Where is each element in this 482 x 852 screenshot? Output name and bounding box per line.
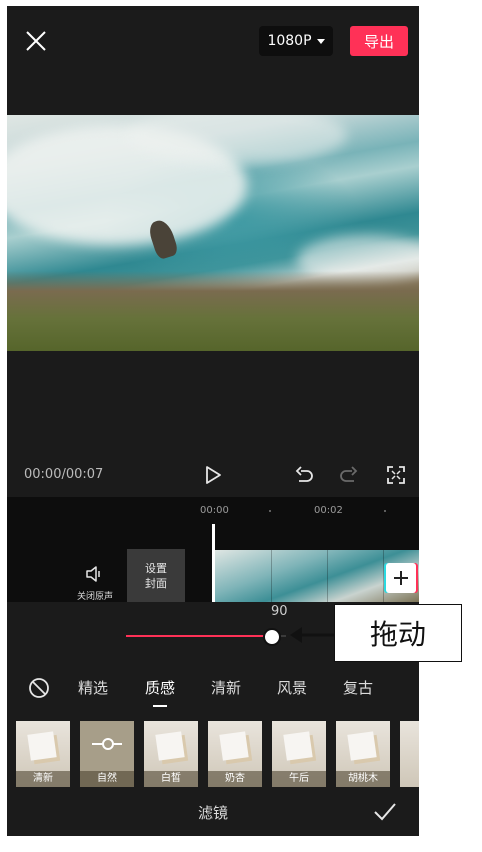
undo-icon[interactable] xyxy=(293,465,315,487)
video-preview[interactable] xyxy=(7,115,419,351)
intensity-slider[interactable] xyxy=(126,628,286,646)
bottom-bar: 滤镜 xyxy=(7,790,419,836)
filter-category-tabs: 精选 质感 清新 风景 复古 xyxy=(7,668,419,708)
no-filter-icon[interactable] xyxy=(28,677,50,699)
panel-title: 滤镜 xyxy=(197,804,228,822)
filter-label: 清新 xyxy=(16,771,70,787)
slider-value: 90 xyxy=(271,604,288,619)
mute-audio-button[interactable]: 关闭原声 xyxy=(65,565,125,602)
set-cover-button[interactable]: 设置 封面 xyxy=(127,549,185,602)
play-icon[interactable] xyxy=(204,465,222,485)
slider-fill xyxy=(126,635,270,637)
filter-item[interactable]: 胡桃木 xyxy=(336,721,390,787)
adjust-icon xyxy=(92,738,122,750)
time-tick: 00:02 xyxy=(314,505,343,516)
tab-featured[interactable]: 精选 xyxy=(78,677,108,698)
filter-item[interactable]: 奶杏 xyxy=(208,721,262,787)
tab-texture[interactable]: 质感 xyxy=(145,677,175,698)
cover-label: 设置 封面 xyxy=(145,561,167,590)
tab-fresh[interactable]: 清新 xyxy=(211,677,241,698)
filter-label: 自然 xyxy=(80,771,134,787)
playhead[interactable] xyxy=(212,524,215,604)
time-tick: 00:00 xyxy=(200,505,229,516)
top-bar: 1080P 导出 xyxy=(7,6,419,74)
speaker-icon xyxy=(86,566,100,582)
filter-item[interactable] xyxy=(400,721,419,787)
close-icon[interactable] xyxy=(25,30,47,52)
filter-label: 胡桃木 xyxy=(336,771,390,787)
filter-label: 白皙 xyxy=(144,771,198,787)
playback-controls: 00:00/00:07 xyxy=(7,461,419,491)
filter-item[interactable]: 自然 xyxy=(80,721,134,787)
resolution-dropdown[interactable]: 1080P xyxy=(259,26,333,56)
filter-item[interactable]: 清新 xyxy=(16,721,70,787)
filter-label: 奶杏 xyxy=(208,771,262,787)
annotation-label: 拖动 xyxy=(334,604,462,662)
filter-item[interactable]: 白皙 xyxy=(144,721,198,787)
chevron-down-icon xyxy=(316,38,325,44)
redo-icon[interactable] xyxy=(338,465,360,487)
timecode: 00:00/00:07 xyxy=(24,467,104,482)
filter-list: 清新 自然 白皙 奶杏 午后 胡桃木 xyxy=(7,718,419,790)
shoreline xyxy=(7,271,419,351)
filter-label: 午后 xyxy=(272,771,326,787)
slider-thumb[interactable] xyxy=(263,628,281,646)
resolution-label: 1080P xyxy=(267,33,312,49)
annotation-arrow xyxy=(290,627,334,643)
tab-scenery[interactable]: 风景 xyxy=(277,677,307,698)
export-button[interactable]: 导出 xyxy=(350,26,408,56)
tab-retro[interactable]: 复古 xyxy=(343,677,373,698)
editor-screen: 1080P 导出 00:00/00:07 00:00 00:02 关闭原声 设置… xyxy=(7,6,419,836)
check-icon[interactable] xyxy=(373,801,397,823)
fullscreen-icon[interactable] xyxy=(386,465,406,485)
filter-item[interactable]: 午后 xyxy=(272,721,326,787)
add-clip-button[interactable] xyxy=(386,563,416,593)
active-tab-indicator xyxy=(153,705,167,707)
mute-label: 关闭原声 xyxy=(76,592,113,602)
